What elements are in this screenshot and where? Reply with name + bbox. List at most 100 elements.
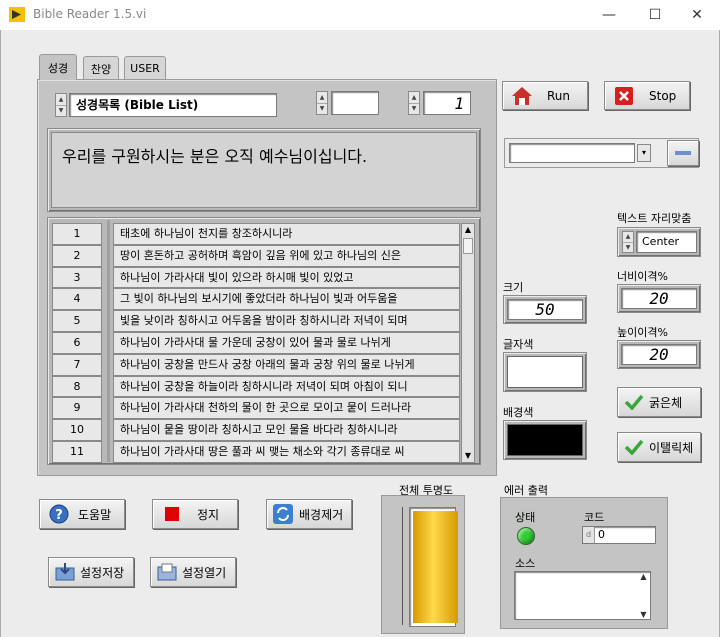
bold-label: 굵은체 <box>649 395 683 410</box>
help-button[interactable]: ? 도움말 <box>39 499 125 529</box>
checkmark-icon <box>623 391 645 413</box>
chapter-input[interactable] <box>331 91 379 115</box>
scroll-down-icon[interactable]: ▼ <box>637 610 650 619</box>
bg-color-swatch[interactable] <box>507 424 583 456</box>
svg-text:?: ? <box>55 508 63 523</box>
italic-toggle[interactable]: 이탤릭체 <box>617 432 701 462</box>
chapter-spinner[interactable]: ▲ ▼ <box>316 91 328 115</box>
opacity-slider[interactable] <box>409 507 458 627</box>
verse-text[interactable]: 하나님이 가라사대 빛이 있으라 하시매 빛이 있었고 <box>113 266 460 289</box>
table-divider <box>107 220 110 462</box>
minimize-button[interactable]: — <box>586 0 632 30</box>
verse-number[interactable]: 3 <box>52 266 102 289</box>
verse-number[interactable]: 7 <box>52 353 102 376</box>
text-align-spinner[interactable]: ▲ ▼ <box>622 231 634 253</box>
spin-down-icon[interactable]: ▼ <box>317 104 327 115</box>
spin-down-icon[interactable]: ▼ <box>409 104 419 115</box>
opacity-scale <box>402 507 406 625</box>
source-scroll[interactable]: ▲ ▼ <box>637 572 650 619</box>
display-text[interactable]: 우리를 구원하시는 분은 오직 예수님이십니다. <box>51 132 477 208</box>
verse-text[interactable]: 빛을 낮이라 칭하시고 어두움을 밤이라 칭하시니라 저녁이 되며 <box>113 310 460 332</box>
width-spacing-frame: 20 <box>617 284 701 313</box>
verse-text-column: 태초에 하나님이 천지를 창조하시니라 땅이 혼돈하고 공허하며 흑암이 깊음 위… <box>113 223 460 463</box>
status-led-icon <box>517 527 535 545</box>
checkmark-icon <box>623 436 645 458</box>
verse-number[interactable]: 2 <box>52 244 102 267</box>
height-spacing-input[interactable]: 20 <box>621 344 697 365</box>
halt-square-icon <box>161 503 183 525</box>
verse-scrollbar[interactable]: ▲ ▼ <box>461 223 475 463</box>
verse-text[interactable]: 하나님이 가라사대 천하의 물이 한 곳으로 모이고 뭍이 드러나라 <box>113 397 460 420</box>
verse-input[interactable]: 1 <box>423 91 471 115</box>
scroll-down-icon[interactable]: ▼ <box>462 450 474 462</box>
stop-button[interactable]: Stop <box>604 81 690 110</box>
title-bar: Bible Reader 1.5.vi — ☐ ✕ <box>0 0 720 30</box>
error-out-label: 에러 출력 <box>504 484 548 497</box>
combo-input[interactable] <box>509 143 635 163</box>
verse-number[interactable]: 4 <box>52 288 102 311</box>
run-label: Run <box>547 88 571 103</box>
font-color-label: 글자색 <box>503 338 534 351</box>
tab-hymn-label: 찬양 <box>90 62 112 76</box>
code-value: 0 <box>598 528 605 541</box>
open-settings-label: 설정열기 <box>182 565 227 580</box>
open-folder-icon <box>156 561 178 583</box>
spin-down-icon[interactable]: ▼ <box>56 106 66 117</box>
verse-text[interactable]: 태초에 하나님이 천지를 창조하시니라 <box>113 223 460 245</box>
font-color-frame <box>503 352 587 392</box>
verse-number[interactable]: 9 <box>52 397 102 420</box>
verse-number[interactable]: 6 <box>52 331 102 354</box>
verse-text[interactable]: 하나님이 궁창을 하늘이라 칭하시니라 저녁이 되며 아침이 되니 <box>113 375 460 398</box>
bible-list-select[interactable]: 성경목록 (Bible List) <box>69 93 277 117</box>
minus-button[interactable] <box>667 140 699 166</box>
source-label: 소스 <box>515 557 536 570</box>
save-settings-button[interactable]: 설정저장 <box>48 557 134 587</box>
halt-label: 정지 <box>197 507 220 522</box>
verse-spinner[interactable]: ▲ ▼ <box>408 91 420 115</box>
scroll-up-icon[interactable]: ▲ <box>637 572 650 581</box>
source-field[interactable] <box>514 571 651 620</box>
spin-up-icon[interactable]: ▲ <box>623 232 633 243</box>
combo-dropdown-icon[interactable]: ▾ <box>637 144 651 162</box>
bold-toggle[interactable]: 굵은체 <box>617 387 701 417</box>
close-button[interactable]: ✕ <box>674 0 720 30</box>
verse-number[interactable]: 11 <box>52 440 102 463</box>
labview-app-icon <box>9 7 25 22</box>
close-icon: ✕ <box>691 7 703 23</box>
spin-up-icon[interactable]: ▲ <box>317 92 327 104</box>
tab-bible[interactable]: 성경 <box>39 54 77 80</box>
bible-list-spinner[interactable]: ▲ ▼ <box>55 93 67 117</box>
scroll-thumb[interactable] <box>463 238 473 254</box>
maximize-button[interactable]: ☐ <box>632 0 678 30</box>
run-button[interactable]: Run <box>502 81 588 110</box>
verse-text[interactable]: 하나님이 뭍을 땅이라 칭하시고 모인 물을 바다라 칭하시니라 <box>113 419 460 441</box>
tab-hymn[interactable]: 찬양 <box>83 56 119 80</box>
verse-number[interactable]: 10 <box>52 419 102 441</box>
spin-up-icon[interactable]: ▲ <box>56 94 66 106</box>
remove-bg-button[interactable]: 배경제거 <box>266 499 352 529</box>
verse-text[interactable]: 하나님이 가라사대 땅은 풀과 씨 맺는 채소와 각기 종류대로 씨 <box>113 440 460 463</box>
verse-text[interactable]: 그 빛이 하나님의 보시기에 좋았더라 하나님이 빛과 어두움을 <box>113 288 460 311</box>
verse-number[interactable]: 5 <box>52 310 102 332</box>
stop-x-icon <box>613 85 635 107</box>
open-settings-button[interactable]: 설정열기 <box>150 557 236 587</box>
spin-up-icon[interactable]: ▲ <box>409 92 419 104</box>
halt-button[interactable]: 정지 <box>152 499 238 529</box>
code-field[interactable]: d 0 <box>582 526 656 544</box>
size-input[interactable]: 50 <box>507 299 583 320</box>
tab-user[interactable]: USER <box>124 56 166 80</box>
tab-user-label: USER <box>130 62 160 75</box>
italic-label: 이탤릭체 <box>649 440 694 455</box>
font-color-swatch[interactable] <box>507 356 583 388</box>
width-spacing-label: 너비이격% <box>617 270 668 283</box>
scroll-up-icon[interactable]: ▲ <box>462 224 474 236</box>
spin-down-icon[interactable]: ▼ <box>623 243 633 253</box>
verse-text[interactable]: 하나님이 궁창을 만드사 궁창 아래의 물과 궁창 위의 물로 나뉘게 <box>113 353 460 376</box>
verse-text[interactable]: 하나님이 가라사대 물 가운데 궁창이 있어 물과 물로 나뉘게 <box>113 331 460 354</box>
text-align-select[interactable]: Center <box>636 231 697 253</box>
verse-number[interactable]: 1 <box>52 223 102 245</box>
status-label: 상태 <box>515 511 536 524</box>
width-spacing-input[interactable]: 20 <box>621 288 697 309</box>
verse-number[interactable]: 8 <box>52 375 102 398</box>
verse-text[interactable]: 땅이 혼돈하고 공허하며 흑암이 깊음 위에 있고 하나님의 신은 <box>113 244 460 267</box>
